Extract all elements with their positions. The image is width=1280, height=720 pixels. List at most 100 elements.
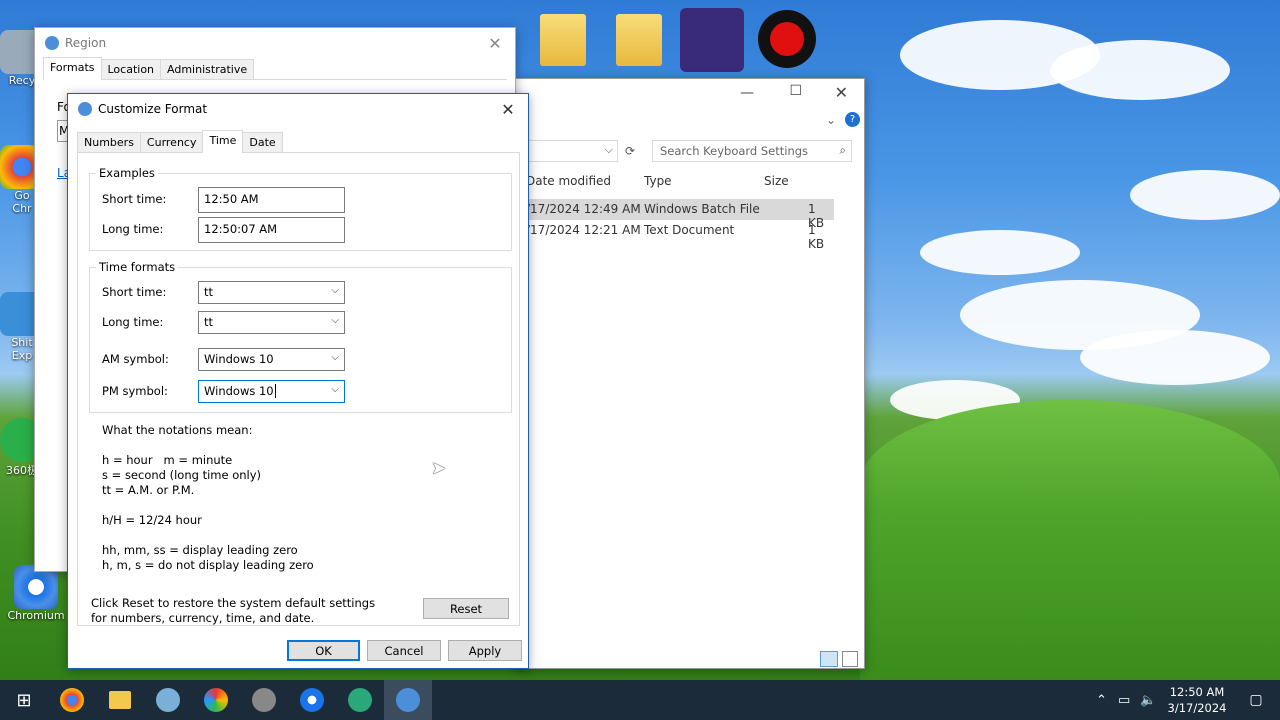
taskbar-file-explorer[interactable]	[96, 680, 144, 720]
table-row[interactable]: /17/2024 12:49 AM Windows Batch File 1 K…	[516, 199, 834, 230]
taskbar-edge[interactable]	[336, 680, 384, 720]
record-icon[interactable]	[758, 10, 816, 68]
chevron-down-icon[interactable]: ⌵	[331, 285, 339, 296]
windows-icon: ⊞	[16, 689, 32, 711]
close-icon[interactable]: ✕	[475, 28, 515, 58]
chevron-down-icon[interactable]: ⌵	[331, 315, 339, 326]
short-time-example-field: 12:50 AM	[198, 187, 345, 213]
tab-formats[interactable]: Formats	[43, 57, 102, 80]
table-row[interactable]: /17/2024 12:21 AM Text Document 1 KB	[516, 220, 834, 251]
tab-currency[interactable]: Currency	[139, 132, 204, 152]
close-icon[interactable]: ✕	[488, 94, 528, 124]
tab-date[interactable]: Date	[242, 132, 283, 152]
reset-button[interactable]: Reset	[423, 598, 509, 619]
notification-icon: ▢	[1249, 692, 1263, 708]
taskbar-region-settings[interactable]	[384, 680, 432, 720]
column-header-size[interactable]: Size	[764, 174, 789, 195]
time-formats-title: Time formats	[96, 260, 179, 274]
column-header-date[interactable]: Date modified	[526, 174, 611, 195]
apply-button[interactable]: Apply	[448, 640, 522, 661]
tiles-view-icon[interactable]	[842, 651, 858, 667]
mouse-pointer-icon: ➤	[431, 458, 447, 479]
pm-symbol-combo[interactable]: Windows 10 ⌵	[198, 380, 345, 403]
dialog-titlebar[interactable]: Customize Format	[68, 94, 528, 124]
app-icon	[204, 688, 228, 712]
chevron-down-icon[interactable]: ⌄	[826, 113, 836, 127]
tab-numbers[interactable]: Numbers	[77, 132, 141, 152]
notes-line: hh, mm, ss = display leading zero	[102, 543, 298, 557]
edge-icon	[348, 688, 372, 712]
short-time-label: Short time:	[102, 285, 167, 299]
examples-title: Examples	[96, 166, 158, 180]
search-input[interactable]: Search Keyboard Settings ⌕	[652, 140, 852, 162]
taskbar-chromium[interactable]	[288, 680, 336, 720]
long-time-example-field: 12:50:07 AM	[198, 217, 345, 243]
pm-symbol-label: PM symbol:	[102, 384, 168, 398]
tab-time[interactable]: Time	[202, 130, 244, 153]
dialog-tabs: Numbers Currency Time Date	[77, 130, 520, 153]
short-time-value: tt	[204, 285, 214, 299]
column-header-type[interactable]: Type	[644, 174, 672, 195]
long-time-combo[interactable]: tt ⌵	[198, 311, 345, 334]
globe-icon	[45, 36, 59, 50]
notes-line: h = hour m = minute	[102, 453, 233, 467]
cancel-button[interactable]: Cancel	[367, 640, 441, 661]
long-time-example-label: Long time:	[102, 222, 164, 236]
notations-text: What the notations mean: h = hour m = mi…	[102, 423, 314, 573]
folder-icon[interactable]	[540, 14, 586, 66]
notes-heading: What the notations mean:	[102, 423, 253, 437]
taskbar-app[interactable]	[192, 680, 240, 720]
region-tabs: Formats Location Administrative	[43, 57, 507, 80]
reset-description: Click Reset to restore the system defaul…	[91, 596, 376, 625]
green-hill	[860, 400, 1280, 680]
folder-icon[interactable]	[616, 14, 662, 66]
short-time-combo[interactable]: tt ⌵	[198, 281, 345, 304]
region-titlebar[interactable]: Region	[35, 28, 515, 58]
chevron-down-icon[interactable]: ⌵	[331, 384, 339, 395]
chrome-icon	[60, 688, 84, 712]
short-time-example-label: Short time:	[102, 192, 167, 206]
maximize-icon[interactable]: ☐	[789, 83, 802, 99]
chevron-down-icon[interactable]: ⌵	[331, 352, 339, 363]
taskbar-app[interactable]	[144, 680, 192, 720]
window-title: Region	[65, 36, 107, 50]
address-bar[interactable]: ⌵	[526, 140, 618, 162]
start-button[interactable]: ⊞	[0, 680, 48, 720]
desktop-icon-chromium[interactable]: Chromium	[6, 565, 66, 622]
app-icon	[156, 688, 180, 712]
search-placeholder: Search Keyboard Settings	[660, 144, 809, 158]
pm-symbol-value: Windows 10	[204, 384, 274, 398]
clock-time: 12:50 AM	[1169, 685, 1225, 699]
taskbar-app[interactable]	[240, 680, 288, 720]
notes-line: h/H = 12/24 hour	[102, 513, 202, 527]
chevron-up-icon[interactable]: ⌃	[1096, 693, 1118, 708]
notes-line: h, m, s = do not display leading zero	[102, 558, 314, 572]
am-symbol-label: AM symbol:	[102, 352, 169, 366]
close-icon[interactable]: ✕	[835, 83, 848, 102]
am-symbol-combo[interactable]: Windows 10 ⌵	[198, 348, 345, 371]
refresh-icon[interactable]: ⟳	[620, 140, 640, 162]
taskbar-chrome[interactable]	[48, 680, 96, 720]
notification-button[interactable]: ▢	[1232, 680, 1280, 720]
cpu-z-icon[interactable]	[680, 8, 744, 72]
text-cursor	[274, 384, 276, 398]
cloud	[1130, 170, 1280, 220]
chromium-icon	[300, 688, 324, 712]
chevron-down-icon[interactable]: ⌵	[605, 143, 613, 157]
clock[interactable]: 12:50 AM 3/17/2024	[1162, 684, 1232, 716]
volume-muted-icon[interactable]: 🔈	[1140, 693, 1162, 708]
minimize-icon[interactable]: —	[740, 85, 754, 101]
help-icon[interactable]: ?	[845, 112, 860, 127]
desktop-icon-label: Go Chr	[12, 189, 32, 215]
tab-administrative[interactable]: Administrative	[160, 59, 255, 79]
am-symbol-value: Windows 10	[204, 352, 274, 366]
network-icon[interactable]: ▭	[1118, 693, 1140, 708]
ok-button[interactable]: OK	[287, 640, 360, 661]
clock-date: 3/17/2024	[1167, 701, 1227, 715]
desktop-icon-label: Shit Exp	[11, 336, 33, 362]
raccoon-icon	[252, 688, 276, 712]
details-view-icon[interactable]	[820, 651, 838, 667]
cloud	[920, 230, 1080, 275]
globe-icon	[78, 102, 92, 116]
tab-location[interactable]: Location	[100, 59, 162, 79]
